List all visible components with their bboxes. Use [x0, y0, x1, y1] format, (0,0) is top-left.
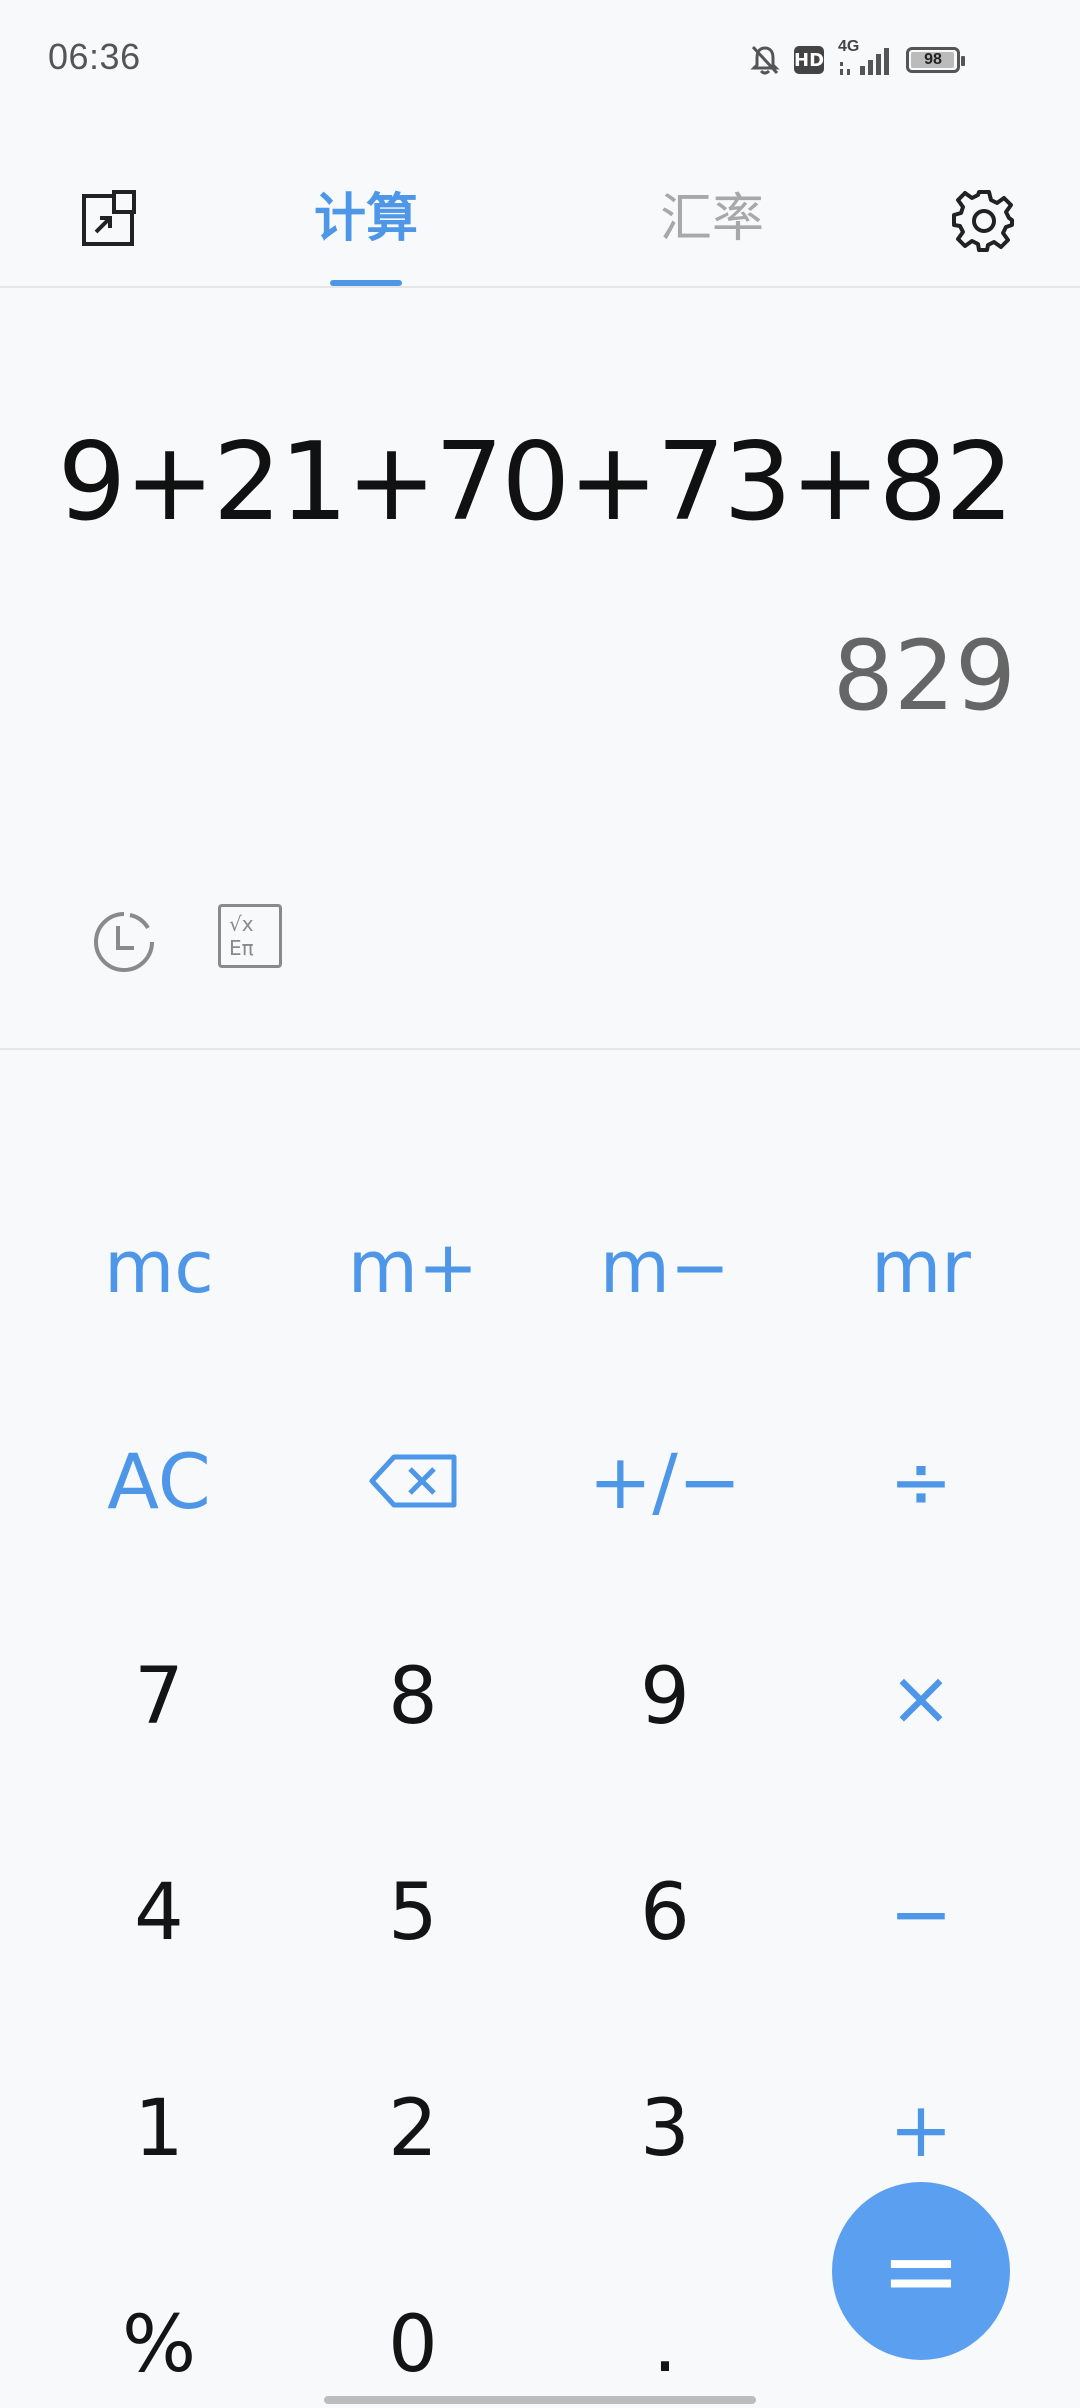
- key-subtract[interactable]: −: [796, 1838, 1046, 1988]
- key-percent[interactable]: %: [34, 2270, 284, 2408]
- signal-icon: 4G: [838, 38, 892, 78]
- key-backspace[interactable]: [288, 1406, 538, 1556]
- key-m-plus[interactable]: m+: [288, 1192, 538, 1342]
- header-tabs: 计算 汇率: [0, 160, 1080, 288]
- key-8[interactable]: 8: [288, 1622, 538, 1772]
- tab-exchange-rate[interactable]: 汇率: [612, 176, 812, 286]
- tab-calculate[interactable]: 计算: [266, 176, 466, 286]
- battery-icon: 98: [906, 47, 965, 73]
- key-3[interactable]: 3: [540, 2054, 790, 2204]
- key-5[interactable]: 5: [288, 1838, 538, 1988]
- svg-text:Eπ: Eπ: [229, 936, 254, 960]
- history-clock-icon: [94, 912, 154, 972]
- key-0[interactable]: 0: [288, 2270, 538, 2408]
- key-7[interactable]: 7: [34, 1622, 284, 1772]
- scientific-mode-button[interactable]: √x Eπ: [218, 904, 282, 968]
- key-2[interactable]: 2: [288, 2054, 538, 2204]
- backspace-icon: [369, 1454, 457, 1508]
- key-multiply[interactable]: ×: [796, 1622, 1046, 1772]
- key-9[interactable]: 9: [540, 1622, 790, 1772]
- status-bar: 06:36 HD 4G 98: [0, 0, 1080, 120]
- key-divide[interactable]: ÷: [796, 1406, 1046, 1556]
- key-6[interactable]: 6: [540, 1838, 790, 1988]
- active-tab-indicator: [330, 280, 402, 286]
- scientific-calc-icon: √x Eπ: [229, 912, 254, 960]
- key-mc[interactable]: mc: [34, 1192, 284, 1342]
- status-icons: HD 4G 98: [750, 38, 965, 80]
- notification-off-icon: [750, 44, 780, 76]
- expression-display[interactable]: +26+19+21+70+73+82: [62, 420, 1012, 545]
- key-mr[interactable]: mr: [796, 1192, 1046, 1342]
- keypad: mc m+ m− mr AC +/− ÷ 7 8 9 × 4 5 6 − 1 2…: [0, 1120, 1080, 2400]
- key-m-minus[interactable]: m−: [540, 1192, 790, 1342]
- home-indicator[interactable]: [324, 2396, 756, 2404]
- battery-level: 98: [924, 51, 942, 68]
- calculator-screen: 06:36 HD 4G 98 计算 汇率 9+21+70+73+82 829 √…: [0, 0, 1080, 2408]
- key-4[interactable]: 4: [34, 1838, 284, 1988]
- key-all-clear[interactable]: AC: [34, 1406, 284, 1556]
- result-display: 829: [832, 620, 1016, 732]
- status-time: 06:36: [48, 36, 141, 77]
- history-button[interactable]: [90, 908, 158, 976]
- settings-button[interactable]: [950, 186, 1018, 254]
- picture-in-picture-icon: [82, 190, 136, 246]
- key-plus-minus[interactable]: +/−: [540, 1406, 790, 1556]
- expression-text: +26+19+21+70+73+82: [62, 420, 1012, 545]
- key-1[interactable]: 1: [34, 2054, 284, 2204]
- key-equals[interactable]: =: [832, 2182, 1010, 2360]
- display-area: +26+19+21+70+73+82 829 √x Eπ: [0, 290, 1080, 1050]
- hd-icon: HD: [794, 46, 824, 74]
- svg-text:√x: √x: [229, 912, 254, 936]
- key-decimal[interactable]: .: [540, 2270, 790, 2408]
- picture-in-picture-button[interactable]: [76, 188, 140, 252]
- settings-gear-icon: [952, 190, 1014, 252]
